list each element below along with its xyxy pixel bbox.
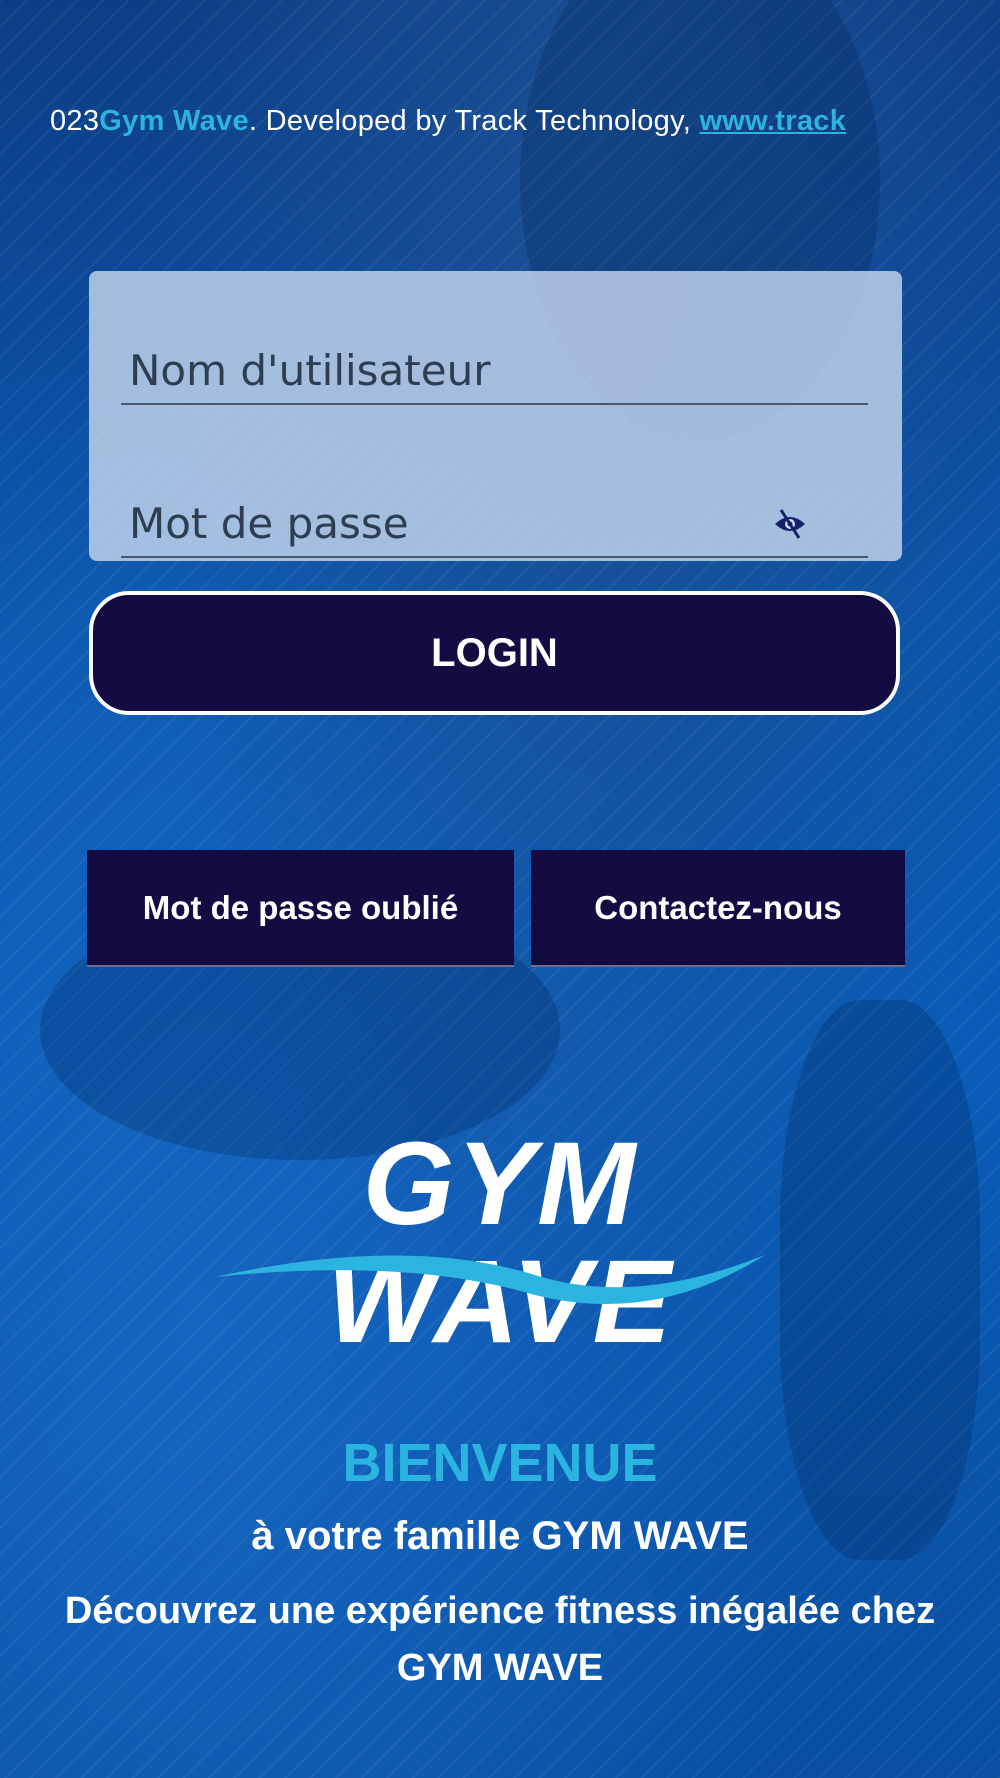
- eye-slash-icon[interactable]: [772, 506, 808, 542]
- welcome-description: Découvrez une expérience fitness inégalé…: [64, 1590, 936, 1689]
- marquee-link[interactable]: www.track: [699, 105, 846, 137]
- login-button[interactable]: LOGIN: [89, 591, 900, 715]
- username-field: [121, 337, 868, 405]
- welcome-subtitle: à votre famille GYM WAVE: [251, 1514, 749, 1558]
- logo-wave-icon: [215, 1255, 765, 1304]
- marquee-text: . Developed by Track Technology,: [248, 105, 700, 137]
- welcome-title: BIENVENUE: [342, 1433, 658, 1493]
- forgot-password-button[interactable]: Mot de passe oublié: [87, 850, 514, 967]
- password-field: [121, 490, 868, 558]
- gym-wave-logo: GYM WAVE: [205, 1125, 785, 1361]
- marquee-prefix: 023: [50, 105, 100, 137]
- username-input[interactable]: [121, 337, 868, 403]
- marquee-brand: Gym Wave: [99, 105, 249, 137]
- footer-marquee: 023Gym Wave. Developed by Track Technolo…: [50, 105, 945, 155]
- password-input[interactable]: [121, 490, 868, 556]
- contact-button[interactable]: Contactez-nous: [531, 850, 905, 967]
